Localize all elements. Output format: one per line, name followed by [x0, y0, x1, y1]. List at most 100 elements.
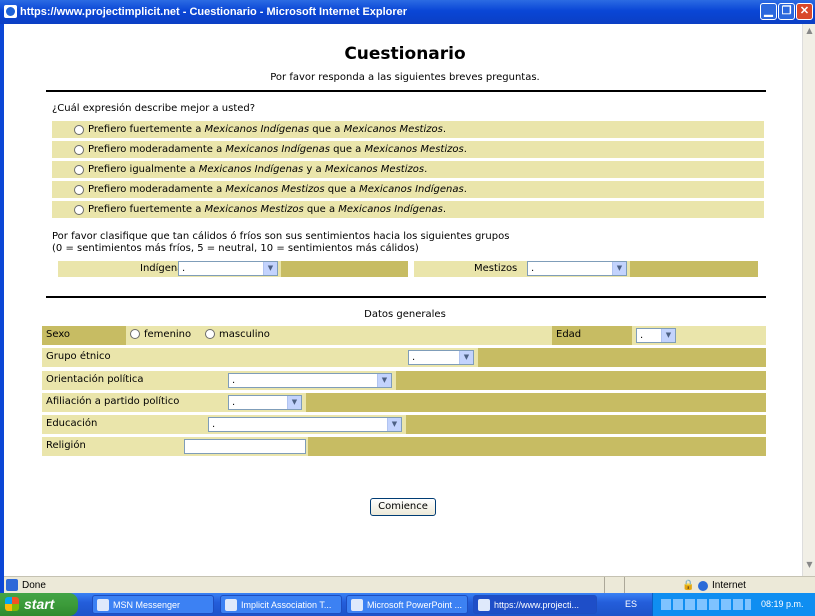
radio-femenino[interactable] [130, 329, 140, 339]
q1-option-text: Mexicanos Mestizos [324, 164, 425, 175]
orientacion-row: Orientación política . ▼ [42, 371, 766, 390]
edad-value: . [640, 330, 644, 341]
radio-button[interactable] [74, 124, 84, 135]
q2-text-line2: (0 = sentimientos más fríos, 5 = neutral… [52, 243, 419, 254]
q1-option-label: Prefiero fuertemente a Mexicanos Mestizo… [88, 204, 446, 215]
educacion-value: . [212, 419, 216, 430]
educacion-row: Educación . ▼ [42, 415, 766, 434]
radio-button[interactable] [74, 144, 84, 155]
afiliacion-value: . [232, 397, 236, 408]
orientacion-select[interactable]: . ▼ [228, 373, 392, 388]
q1-option-text: que a [309, 124, 344, 135]
q1-option-text: Prefiero moderadamente a [88, 144, 226, 155]
religion-row: Religión [42, 437, 766, 456]
q2-text-line1: Por favor clasifique que tan cálidos ó f… [52, 231, 510, 242]
grupo-value: . [412, 352, 416, 363]
mestizos-label: Mestizos [474, 263, 518, 274]
taskbar: start MSN Messenger Implicit Association… [0, 593, 815, 616]
q1-option-label: Prefiero moderadamente a Mexicanos Mesti… [88, 184, 467, 195]
q1-option[interactable]: Prefiero igualmente a Mexicanos Indígena… [52, 161, 764, 178]
indigenas-select[interactable]: . ▼ [178, 261, 278, 276]
q1-option-text: Mexicanos Mestizos [343, 124, 443, 135]
masculino-label: masculino [219, 329, 270, 340]
sexo-label: Sexo [46, 329, 71, 340]
q1-option-text: Mexicanos Indígenas [359, 184, 464, 195]
q1-option-label: Prefiero igualmente a Mexicanos Indígena… [88, 164, 427, 175]
q1-option-text: que a [324, 184, 360, 195]
radio-button[interactable] [74, 204, 84, 215]
comience-button[interactable]: Comience [370, 498, 436, 516]
start-label: start [24, 596, 55, 612]
indigenas-value: . [182, 263, 186, 274]
afiliacion-row: Afiliación a partido político . ▼ [42, 393, 766, 412]
femenino-label: femenino [144, 329, 192, 340]
grupo-label: Grupo étnico [46, 351, 111, 362]
q1-option-text: Mexicanos Indígenas [338, 204, 443, 215]
orientacion-value: . [232, 375, 236, 386]
task-msn[interactable]: MSN Messenger [92, 595, 214, 614]
masculino-option[interactable]: masculino [205, 329, 270, 340]
q1-option[interactable]: Prefiero fuertemente a Mexicanos Mestizo… [52, 201, 764, 218]
chevron-down-icon: ▼ [287, 396, 301, 409]
q1-option-text: Mexicanos Mestizos [225, 184, 325, 195]
task-browser[interactable]: https://www.projecti... [473, 595, 597, 614]
chevron-down-icon: ▼ [263, 262, 277, 275]
radio-button[interactable] [74, 164, 84, 175]
status-text: Done [22, 580, 46, 591]
task-powerpoint[interactable]: Microsoft PowerPoint ... [346, 595, 468, 614]
religion-input[interactable] [184, 439, 306, 454]
grupo-row: Grupo étnico . ▼ [42, 348, 766, 367]
q1-option-text: Prefiero fuertemente a [88, 124, 205, 135]
q1-option[interactable]: Prefiero fuertemente a Mexicanos Indígen… [52, 121, 764, 138]
scroll-down-icon[interactable]: ▼ [804, 560, 815, 572]
vertical-scrollbar[interactable]: ▲ ▼ [802, 24, 815, 576]
afiliacion-select[interactable]: . ▼ [228, 395, 302, 410]
q1-option-text: . [463, 144, 467, 155]
start-button[interactable]: start [0, 593, 78, 616]
q1-option-label: Prefiero moderadamente a Mexicanos Indíg… [88, 144, 467, 155]
ie-icon [4, 5, 17, 18]
orientacion-label: Orientación política [46, 374, 144, 385]
window-title: https://www.projectimplicit.net - Cuesti… [20, 6, 408, 18]
q1-option-text: . [424, 164, 428, 175]
edad-label: Edad [556, 329, 582, 340]
q1-option-label: Prefiero fuertemente a Mexicanos Indígen… [88, 124, 446, 135]
maximize-button[interactable]: ❐ [778, 3, 795, 20]
scroll-up-icon[interactable]: ▲ [804, 26, 815, 38]
divider [46, 90, 766, 92]
religion-label: Religión [46, 440, 86, 451]
chevron-down-icon: ▼ [387, 418, 401, 431]
tray-icons[interactable] [661, 599, 751, 610]
task-iat[interactable]: Implicit Association T... [220, 595, 342, 614]
task-label: https://www.projecti... [494, 600, 580, 610]
mestizos-select[interactable]: . ▼ [527, 261, 627, 276]
chevron-down-icon: ▼ [661, 329, 675, 342]
q1-option[interactable]: Prefiero moderadamente a Mexicanos Indíg… [52, 141, 764, 158]
language-indicator[interactable]: ES [625, 599, 637, 609]
close-button[interactable]: ✕ [796, 3, 813, 20]
globe-icon [698, 581, 708, 591]
q1-option[interactable]: Prefiero moderadamente a Mexicanos Mesti… [52, 181, 764, 198]
q1-option-text: Prefiero igualmente a [88, 164, 199, 175]
q1-option-text: Mexicanos Mestizos [364, 144, 464, 155]
edad-select[interactable]: . ▼ [636, 328, 676, 343]
mestizos-value: . [531, 263, 535, 274]
q1-option-text: y a [303, 164, 325, 175]
q1-option-text: . [442, 204, 446, 215]
q1-option-text: Mexicanos Indígenas [225, 144, 330, 155]
minimize-button[interactable]: ▁ [760, 3, 777, 20]
grupo-select[interactable]: . ▼ [408, 350, 474, 365]
radio-button[interactable] [74, 184, 84, 195]
educacion-select[interactable]: . ▼ [208, 417, 402, 432]
security-zone: Internet [712, 580, 746, 591]
femenino-option[interactable]: femenino [130, 329, 191, 340]
task-label: Implicit Association T... [241, 600, 332, 610]
system-tray: 08:19 p.m. [652, 593, 815, 616]
radio-masculino[interactable] [205, 329, 215, 339]
q1-option-text: . [442, 124, 446, 135]
divider [46, 296, 766, 298]
page-subtitle: Por favor responda a las siguientes brev… [270, 72, 540, 83]
sexo-row: Sexo femenino masculino Edad . ▼ [42, 326, 766, 345]
q1-question: ¿Cuál expresión describe mejor a usted? [52, 103, 256, 114]
q1-option-text: Mexicanos Indígenas [204, 124, 310, 135]
